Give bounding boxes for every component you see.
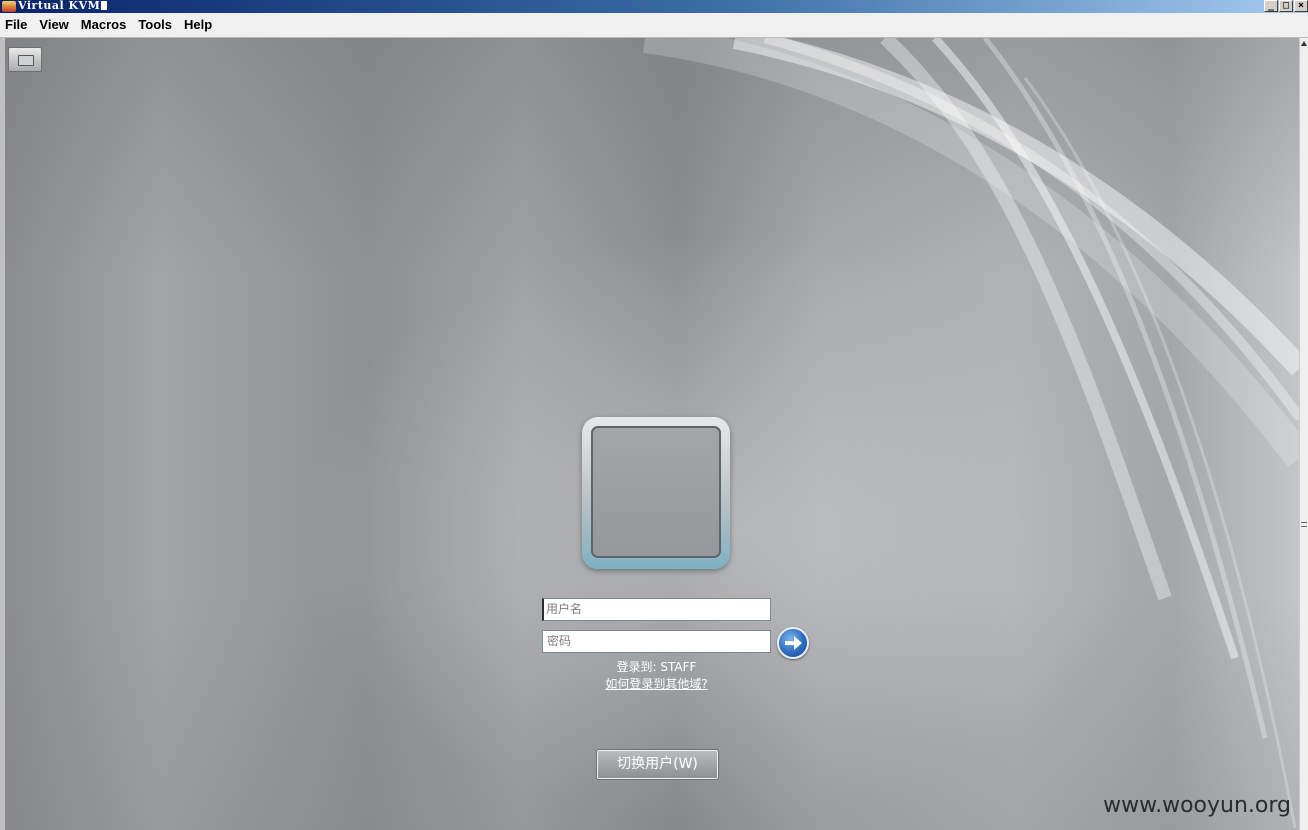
- password-input[interactable]: 密码: [542, 630, 771, 653]
- scroll-up-arrow-icon[interactable]: [1301, 41, 1307, 46]
- user-avatar-frame: [582, 417, 730, 569]
- menu-view[interactable]: View: [33, 13, 74, 37]
- watermark-text: www.wooyun.org: [1103, 793, 1291, 818]
- keyboard-toolbar-button[interactable]: [8, 47, 42, 72]
- login-submit-button[interactable]: [777, 627, 809, 659]
- remote-desktop-view[interactable]: 用户名 密码 登录到: STAFF 如何登录到其他域? 切换用户(W) www.…: [5, 38, 1300, 830]
- scroll-grip-icon: [1301, 522, 1307, 527]
- menu-bar: File View Macros Tools Help: [0, 13, 1308, 38]
- switch-user-button[interactable]: 切换用户(W): [596, 749, 719, 780]
- java-app-icon: [2, 1, 16, 12]
- menu-tools[interactable]: Tools: [132, 13, 178, 37]
- minimize-button[interactable]: _: [1264, 0, 1278, 12]
- title-cursor: [101, 1, 108, 10]
- user-avatar-placeholder: [591, 426, 721, 558]
- username-input[interactable]: 用户名: [542, 598, 771, 621]
- window-controls: _ □ ×: [1264, 0, 1308, 13]
- menu-help[interactable]: Help: [178, 13, 218, 37]
- window-title-bar[interactable]: Virtual KVM _ □ ×: [0, 0, 1308, 13]
- maximize-button[interactable]: □: [1279, 0, 1293, 12]
- login-domain-text: 登录到: STAFF: [616, 660, 697, 674]
- keyboard-icon: [18, 55, 34, 66]
- arrow-right-icon: [785, 636, 802, 650]
- menu-macros[interactable]: Macros: [75, 13, 133, 37]
- window-title: Virtual KVM: [18, 0, 108, 12]
- close-button[interactable]: ×: [1294, 0, 1308, 12]
- menu-file[interactable]: File: [0, 13, 33, 37]
- other-domain-link[interactable]: 如何登录到其他域?: [542, 676, 771, 692]
- vertical-scrollbar[interactable]: [1299, 38, 1308, 830]
